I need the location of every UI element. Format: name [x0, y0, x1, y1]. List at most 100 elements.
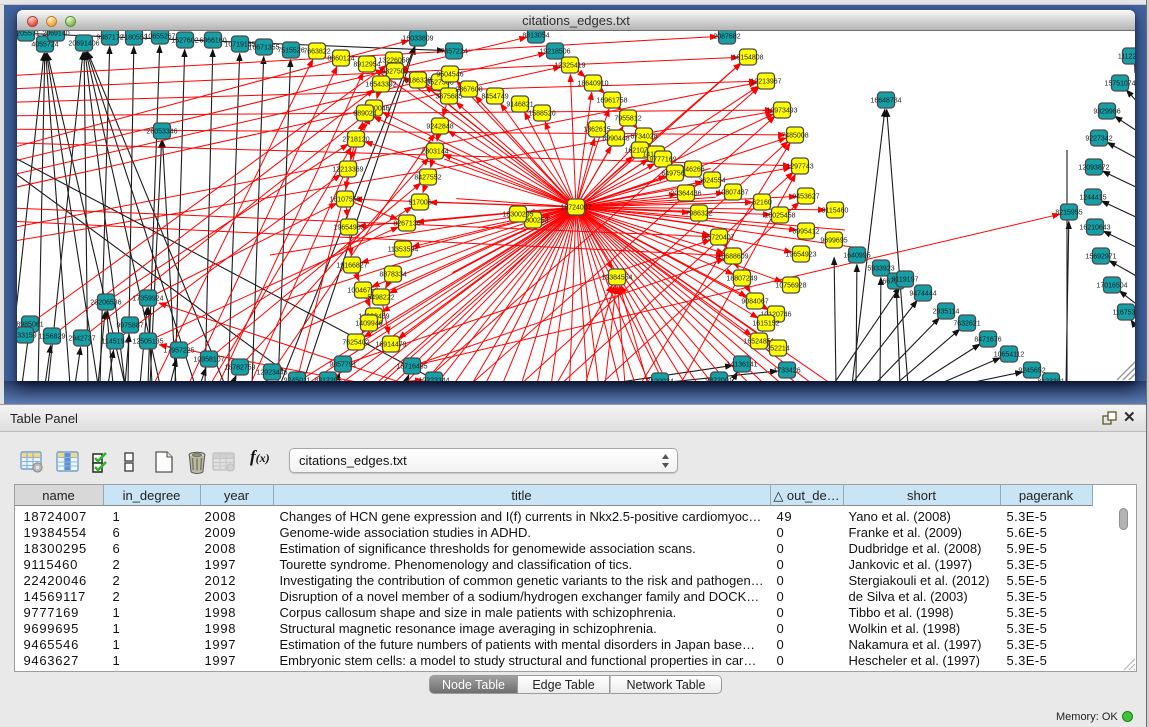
svg-text:16154808: 16154808	[732, 55, 763, 62]
svg-text:9245652: 9245652	[1018, 368, 1045, 375]
svg-text:8427552: 8427552	[414, 175, 441, 182]
svg-text:12093872: 12093872	[1078, 165, 1109, 172]
svg-text:3624554: 3624554	[698, 178, 725, 185]
svg-text:917006: 917006	[408, 200, 431, 207]
svg-text:9245011: 9245011	[284, 378, 311, 382]
svg-text:2942737: 2942737	[68, 336, 95, 343]
svg-text:10807487: 10807487	[717, 190, 748, 197]
svg-text:6966160: 6966160	[199, 38, 226, 45]
svg-text:15720407: 15720407	[703, 235, 734, 242]
svg-text:2935114: 2935114	[933, 309, 960, 316]
svg-text:1733426: 1733426	[773, 368, 800, 375]
svg-text:16543392: 16543392	[365, 82, 396, 89]
svg-text:1112233: 1112233	[1118, 54, 1135, 61]
svg-text:6734028: 6734028	[630, 134, 657, 141]
svg-text:16914479: 16914479	[375, 342, 406, 349]
svg-text:8312205: 8312205	[314, 378, 341, 382]
svg-text:933159: 933159	[17, 333, 37, 340]
svg-text:18724007: 18724007	[560, 205, 591, 212]
svg-text:2867608: 2867608	[455, 87, 482, 94]
svg-text:16210643: 16210643	[1079, 225, 1110, 232]
svg-text:28053346: 28053346	[146, 129, 177, 136]
svg-text:11353594: 11353594	[388, 247, 419, 254]
svg-text:19218506: 19218506	[539, 49, 570, 56]
svg-text:14136141: 14136141	[726, 362, 757, 369]
svg-text:7120034: 7120034	[646, 379, 673, 382]
svg-text:10688609: 10688609	[717, 254, 748, 261]
svg-text:18807249: 18807249	[726, 276, 757, 283]
svg-text:1588520: 1588520	[528, 111, 555, 118]
svg-text:2718120: 2718120	[342, 137, 369, 144]
svg-text:1362615: 1362615	[583, 127, 610, 134]
svg-text:7955812: 7955812	[614, 116, 641, 123]
svg-text:20206536: 20206536	[90, 300, 121, 307]
svg-text:12213967: 12213967	[750, 79, 781, 86]
svg-text:17957225: 17957225	[163, 348, 194, 355]
svg-text:7632621: 7632621	[953, 321, 980, 328]
svg-text:9777169: 9777169	[649, 157, 676, 164]
svg-text:10223344: 10223344	[418, 378, 449, 382]
svg-text:9146821: 9146821	[506, 102, 533, 109]
svg-text:19654963: 19654963	[333, 225, 364, 232]
svg-text:9975887: 9975887	[116, 323, 143, 330]
svg-text:9329966: 9329966	[1093, 109, 1120, 116]
svg-text:9504546: 9504546	[436, 72, 463, 79]
svg-text:19166827: 19166827	[336, 263, 367, 270]
svg-text:7625402: 7625402	[342, 340, 369, 347]
svg-text:8471676: 8471676	[974, 337, 1001, 344]
svg-text:5498222: 5498222	[367, 295, 394, 302]
svg-text:9119197: 9119197	[892, 277, 919, 284]
svg-text:8995412: 8995412	[792, 229, 819, 236]
svg-text:989024: 989024	[353, 111, 376, 118]
svg-text:9453627: 9453627	[792, 194, 819, 201]
svg-text:15751074: 15751074	[1104, 81, 1135, 88]
svg-text:19654923: 19654923	[785, 252, 816, 259]
svg-text:19384554: 19384554	[601, 275, 632, 282]
svg-text:9699695: 9699695	[820, 238, 847, 245]
svg-text:1527602: 1527602	[171, 38, 198, 45]
svg-text:7986322: 7986322	[685, 211, 712, 218]
svg-text:10958107: 10958107	[193, 357, 224, 364]
svg-text:16671355: 16671355	[248, 45, 279, 52]
svg-text:18640910: 18640910	[577, 81, 608, 88]
svg-text:9115460: 9115460	[822, 208, 849, 215]
svg-text:1145194: 1145194	[102, 339, 129, 346]
svg-text:12325419: 12325419	[554, 63, 585, 70]
svg-text:1297743: 1297743	[786, 164, 813, 171]
svg-text:7485008: 7485008	[781, 133, 808, 140]
svg-text:16961758: 16961758	[596, 98, 627, 105]
svg-text:17359924: 17359924	[132, 296, 163, 303]
svg-text:9474444: 9474444	[909, 291, 936, 298]
svg-text:8215955: 8215955	[1055, 210, 1082, 217]
svg-text:8990448: 8990448	[602, 136, 629, 143]
svg-text:1156829: 1156829	[39, 334, 66, 341]
svg-text:1640995: 1640995	[843, 253, 870, 260]
svg-text:17016504: 17016504	[1096, 283, 1127, 290]
svg-text:10654112: 10654112	[994, 352, 1025, 359]
svg-text:7663822: 7663822	[303, 49, 330, 56]
svg-text:8267130: 8267130	[393, 221, 420, 228]
svg-text:20364436: 20364436	[670, 191, 701, 198]
svg-text:7515526: 7515526	[277, 48, 304, 55]
svg-text:746266: 746266	[681, 167, 704, 174]
svg-text:2087682: 2087682	[713, 34, 740, 41]
svg-text:16107553: 16107553	[329, 197, 360, 204]
svg-text:18300295: 18300295	[502, 212, 533, 219]
svg-text:16648784: 16648784	[870, 98, 901, 105]
svg-text:12923446: 12923446	[256, 370, 287, 377]
svg-text:16033809: 16033809	[402, 36, 433, 43]
svg-text:10025458: 10025458	[764, 213, 795, 220]
svg-text:8912954: 8912954	[353, 62, 380, 69]
svg-text:9822001: 9822001	[705, 378, 732, 382]
svg-text:5933923: 5933923	[867, 266, 894, 273]
svg-text:8878334: 8878334	[379, 272, 406, 279]
svg-text:2803144: 2803144	[421, 149, 448, 156]
svg-text:15692971: 15692971	[1085, 254, 1116, 261]
svg-text:16782759: 16782759	[224, 365, 255, 372]
svg-text:3875685: 3875685	[435, 94, 462, 101]
svg-text:9242848: 9242848	[426, 124, 453, 131]
svg-text:1409946: 1409946	[355, 321, 382, 328]
svg-text:12213369: 12213369	[332, 167, 363, 174]
svg-text:62160: 62160	[752, 200, 772, 207]
svg-text:9084067: 9084067	[741, 299, 768, 306]
